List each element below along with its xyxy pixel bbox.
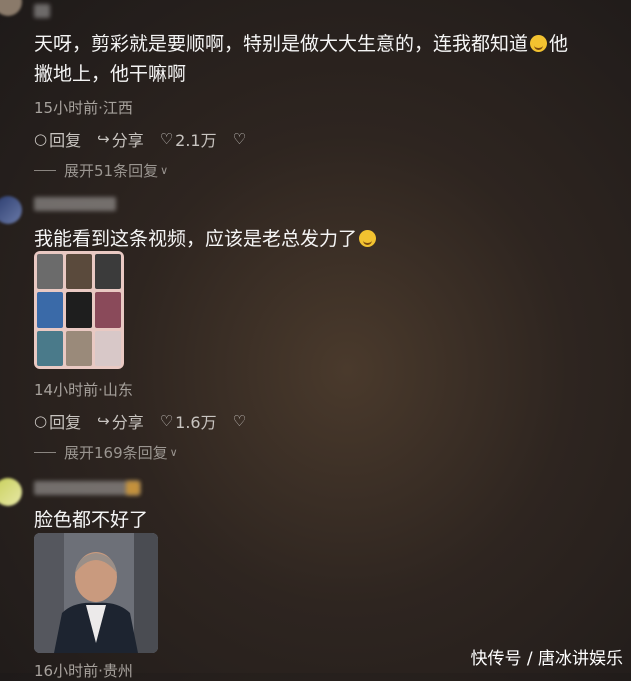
heart-icon: ♡ <box>159 130 174 148</box>
share-button[interactable]: ↪ 分享 <box>97 127 144 151</box>
comment-text-line: 我能看到这条视频，应该是老总发力了 <box>34 228 358 250</box>
comment-meta: 16小时前·贵州 <box>34 662 133 680</box>
grid-image <box>37 330 63 366</box>
divider-dash <box>34 170 56 171</box>
expand-replies-button[interactable]: 展开169条回复 ∨ <box>34 442 178 463</box>
source-watermark: 快传号 / 唐冰讲娱乐 <box>470 649 623 669</box>
broken-heart-icon: ♡ <box>232 130 247 148</box>
grid-image <box>37 292 63 328</box>
grid-image <box>95 330 121 366</box>
username-badge-blur <box>126 481 140 495</box>
heart-icon: ♡ <box>159 412 174 430</box>
grid-image <box>95 254 121 290</box>
smile-emoji-icon <box>359 230 377 247</box>
comment-meta: 15小时前·江西 <box>34 99 133 117</box>
comment-text: 天呀，剪彩就是要顺啊，特别是做大大生意的，连我都知道他 <box>34 29 625 59</box>
reply-button[interactable]: ○ 回复 <box>34 409 81 433</box>
share-arrow-icon: ↪ <box>97 130 110 148</box>
grid-image <box>37 254 63 290</box>
dislike-button[interactable]: ♡ <box>233 412 246 430</box>
attached-image-grid[interactable] <box>34 251 124 369</box>
username-blur[interactable] <box>34 197 116 211</box>
expand-replies-button[interactable]: 展开51条回复 ∨ <box>34 160 168 181</box>
comment-text: 脸色都不好了 <box>34 509 149 531</box>
grid-image <box>66 330 92 366</box>
laugh-cry-emoji-icon <box>530 35 548 52</box>
reply-button[interactable]: ○ 回复 <box>34 127 81 151</box>
comment-text-tail: 他 <box>549 33 569 55</box>
grid-image <box>66 254 92 290</box>
grid-image <box>95 292 121 328</box>
like-button[interactable]: ♡ 1.6万 <box>160 409 217 433</box>
broken-heart-icon: ♡ <box>232 412 247 430</box>
username-blur[interactable] <box>34 481 140 495</box>
comment-bubble-icon: ○ <box>34 130 48 148</box>
chevron-down-icon: ∨ <box>160 164 169 177</box>
man-in-suit-image <box>34 533 158 653</box>
share-label: 分享 <box>111 131 144 150</box>
share-label: 分享 <box>111 413 144 432</box>
share-arrow-icon: ↪ <box>97 412 110 430</box>
comment-text-line2: 撇地上，他干嘛啊 <box>34 63 187 85</box>
reply-label: 回复 <box>49 413 82 432</box>
divider-dash <box>34 452 56 453</box>
comment-meta: 14小时前·山东 <box>34 381 133 399</box>
comment-text: 我能看到这条视频，应该是老总发力了 <box>34 224 625 254</box>
share-button[interactable]: ↪ 分享 <box>97 409 144 433</box>
avatar[interactable] <box>0 196 22 224</box>
expand-label: 展开169条回复 <box>64 444 168 462</box>
like-button[interactable]: ♡ 2.1万 <box>160 127 217 151</box>
dislike-button[interactable]: ♡ <box>233 130 246 148</box>
reply-label: 回复 <box>49 131 82 150</box>
comment-actions: ○ 回复 ↪ 分享 ♡ 2.1万 ♡ <box>34 127 246 151</box>
top-avatar[interactable] <box>0 0 22 16</box>
comment-actions: ○ 回复 ↪ 分享 ♡ 1.6万 ♡ <box>34 409 246 433</box>
like-count: 1.6万 <box>175 413 217 432</box>
expand-label: 展开51条回复 <box>64 162 159 180</box>
like-count: 2.1万 <box>175 131 217 150</box>
attached-photo[interactable] <box>34 533 158 653</box>
chevron-down-icon: ∨ <box>169 446 178 459</box>
top-name-blur <box>34 4 50 18</box>
comment-text-line: 天呀，剪彩就是要顺啊，特别是做大大生意的，连我都知道 <box>34 33 529 55</box>
comment-bubble-icon: ○ <box>34 412 48 430</box>
avatar[interactable] <box>0 478 22 506</box>
grid-image <box>66 292 92 328</box>
